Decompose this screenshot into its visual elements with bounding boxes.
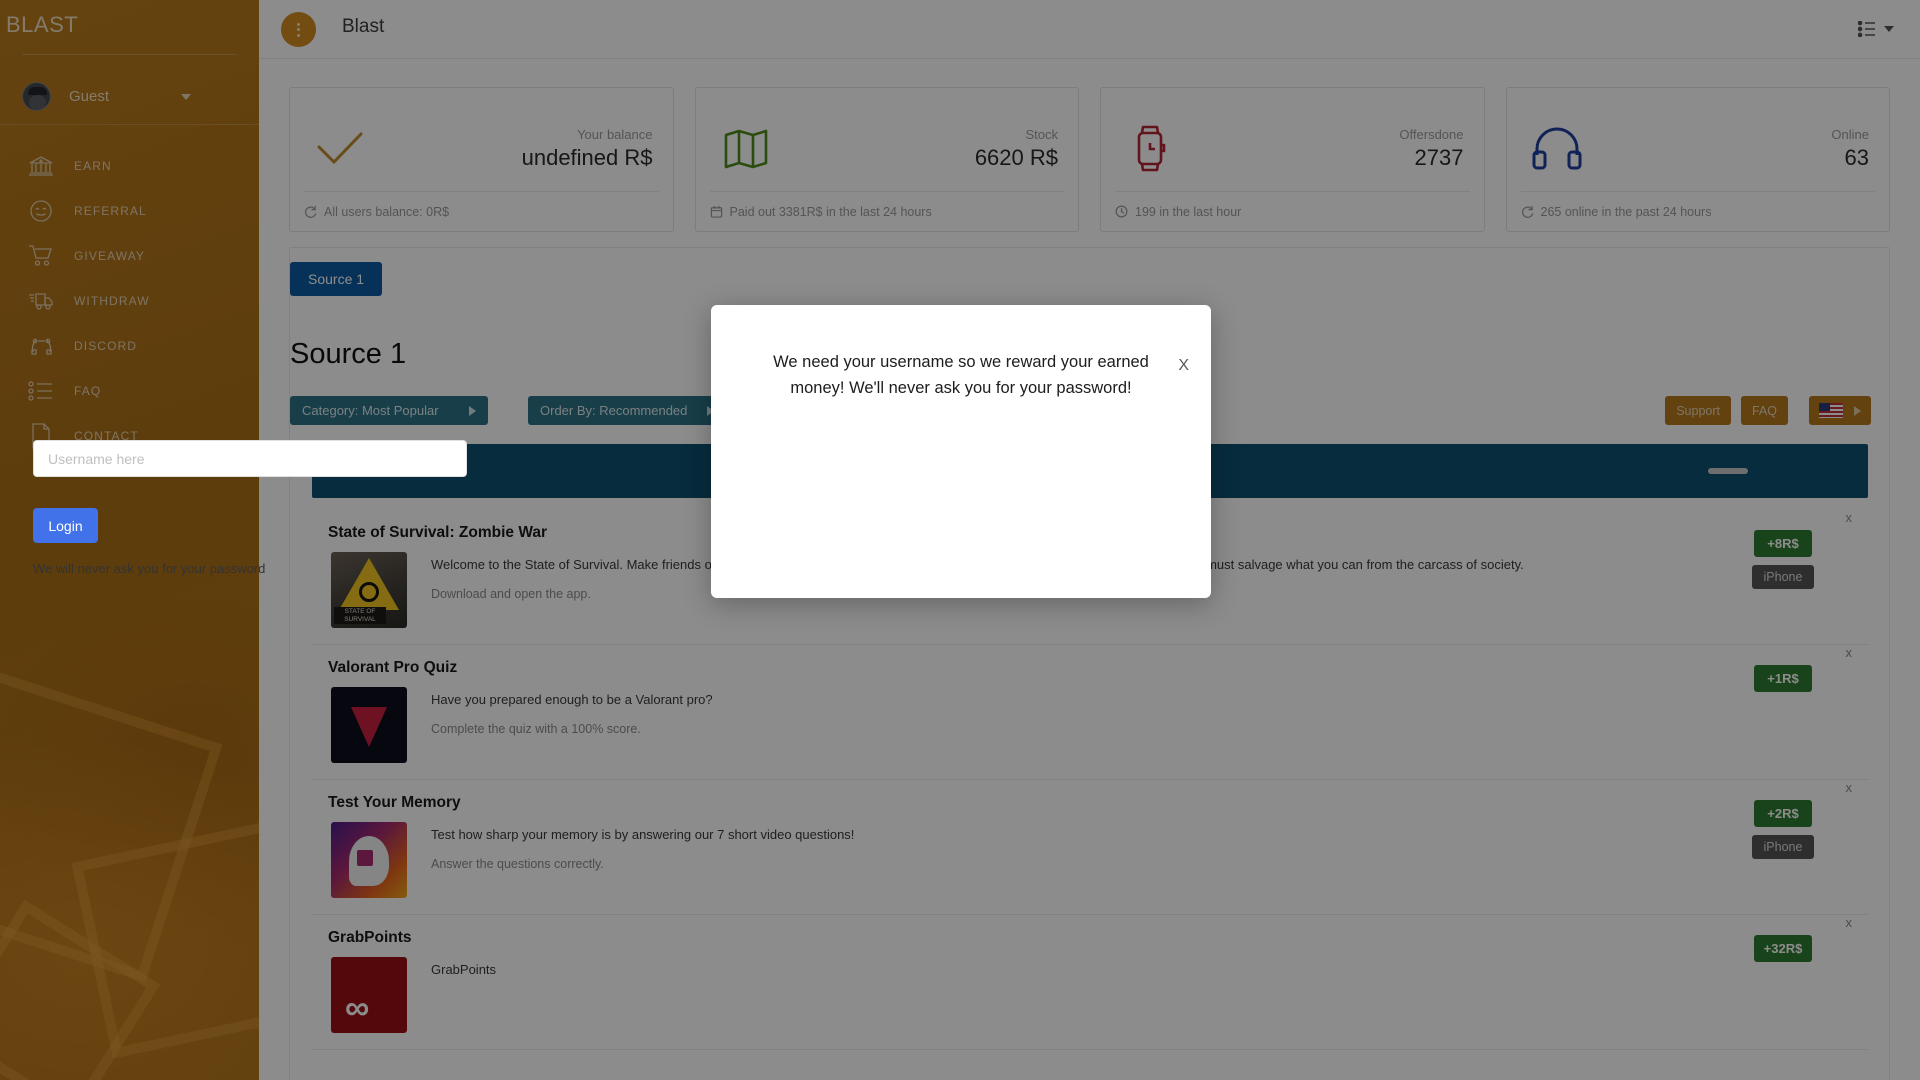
login-modal: We need your username so we reward your … [711, 305, 1211, 598]
modal-message: We need your username so we reward your … [773, 353, 1149, 398]
modal-note: We will never ask you for your password [33, 561, 266, 576]
close-icon[interactable]: X [1178, 357, 1189, 375]
page-root: BLAST Guest EARN REFERRAL GIVEAWAY WITHD… [0, 0, 1920, 1080]
modal-header: We need your username so we reward your … [711, 305, 1211, 402]
username-input[interactable] [33, 440, 467, 477]
login-button[interactable]: Login [33, 508, 98, 543]
